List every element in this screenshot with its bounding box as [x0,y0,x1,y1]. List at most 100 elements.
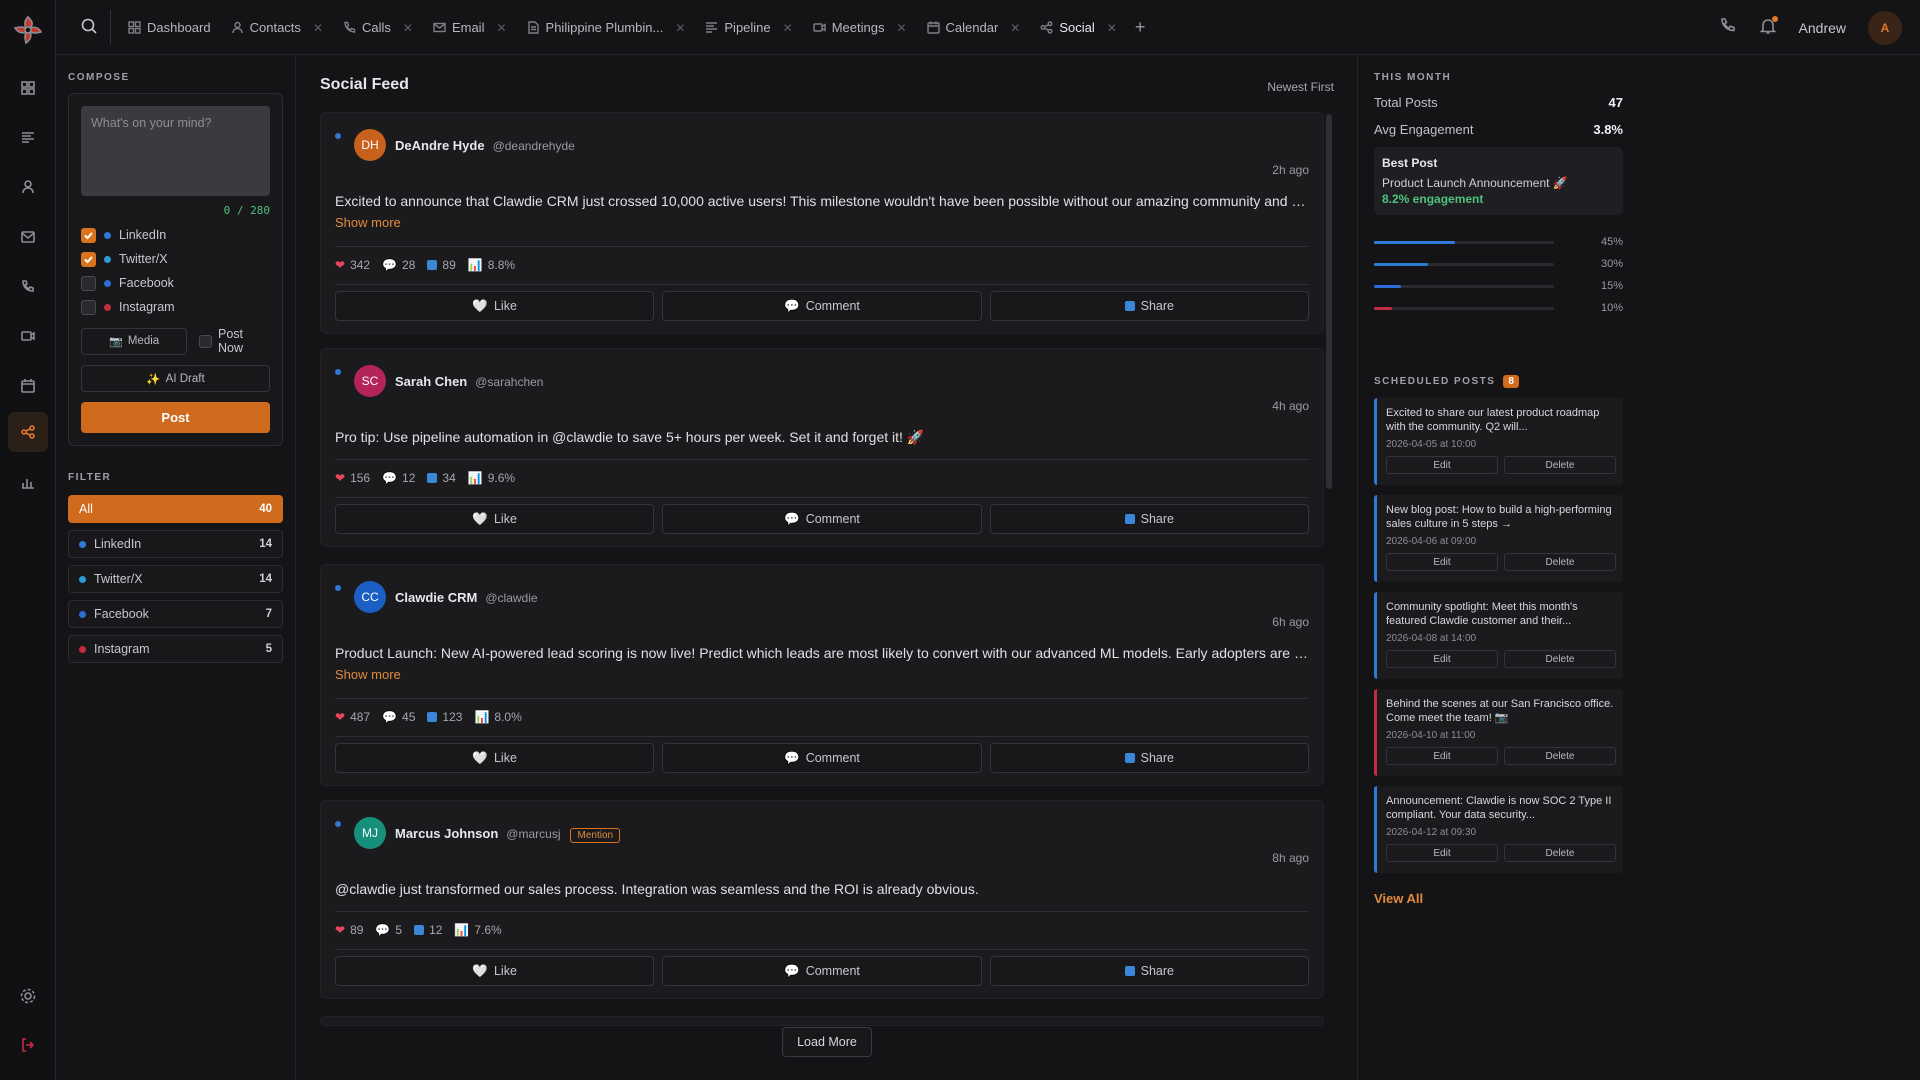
compose-textarea[interactable]: What's on your mind? [81,106,270,196]
edit-button[interactable]: Edit [1386,553,1498,571]
view-all-link[interactable]: View All [1374,891,1623,906]
edit-button[interactable]: Edit [1386,456,1498,474]
delete-button[interactable]: Delete [1504,553,1616,571]
author-avatar[interactable]: MJ [354,817,386,849]
scheduled-post[interactable]: Community spotlight: Meet this month's f… [1374,592,1623,679]
scheduled-date: 2026-04-10 at 11:00 [1386,730,1476,741]
filter-instagram[interactable]: Instagram 5 [68,635,283,663]
tab-meetings[interactable]: Meetings ✕ [803,0,917,55]
scheduled-post[interactable]: Announcement: Clawdie is now SOC 2 Type … [1374,786,1623,873]
author-name[interactable]: Marcus Johnson [395,826,498,841]
nav-reports-icon[interactable] [12,466,44,498]
sort-dropdown[interactable]: Newest First [1267,80,1334,94]
filter-all[interactable]: All 40 [68,495,283,523]
network-option-twitterx[interactable]: Twitter/X [81,251,270,267]
comment-button[interactable]: 💬 Comment [662,291,982,321]
media-button[interactable]: 📷 Media [81,327,188,355]
filter-linkedin[interactable]: LinkedIn 14 [68,530,283,558]
close-tab-icon[interactable]: ✕ [313,21,323,35]
post-now-checkbox[interactable] [199,334,212,348]
comment-label: Comment [805,299,860,313]
comment-button[interactable]: 💬 Comment [662,743,982,773]
author-avatar[interactable]: DH [354,129,386,161]
nav-calendar-icon[interactable] [12,370,44,402]
close-tab-icon[interactable]: ✕ [675,21,685,35]
edit-button[interactable]: Edit [1386,844,1498,862]
nav-contacts-icon[interactable] [12,171,44,203]
nav-social-icon[interactable] [8,412,48,452]
author-name[interactable]: Sarah Chen [395,374,467,389]
network-option-linkedin[interactable]: LinkedIn [81,227,270,243]
author-name[interactable]: DeAndre Hyde [395,138,485,153]
show-more-link[interactable]: Show more [335,667,401,682]
tab-calendar[interactable]: Calendar ✕ [917,0,1031,55]
post-button[interactable]: Post [81,402,270,433]
delete-button[interactable]: Delete [1504,456,1616,474]
nav-meetings-icon[interactable] [12,320,44,352]
load-more-button[interactable]: Load More [782,1027,872,1057]
filter-twitterx[interactable]: Twitter/X 14 [68,565,283,593]
close-tab-icon[interactable]: ✕ [1010,21,1020,35]
author-line: DeAndre Hyde @deandrehyde [395,138,575,153]
network-option-facebook[interactable]: Facebook [81,275,270,291]
show-more-link[interactable]: Show more [335,215,401,230]
like-button[interactable]: 🤍 Like [335,291,655,321]
ai-draft-button[interactable]: ✨ AI Draft [81,365,270,392]
tab-pipeline[interactable]: Pipeline ✕ [695,0,802,55]
tab-social[interactable]: Social ✕ [1030,0,1126,55]
user-avatar[interactable]: A [1868,10,1902,45]
settings-icon[interactable] [12,980,44,1012]
edit-button[interactable]: Edit [1386,650,1498,668]
author-name[interactable]: Clawdie CRM [395,590,477,605]
nav-email-icon[interactable] [12,221,44,253]
close-tab-icon[interactable]: ✕ [896,21,906,35]
delete-button[interactable]: Delete [1504,747,1616,765]
scheduled-post[interactable]: Excited to share our latest product road… [1374,398,1623,485]
edit-button[interactable]: Edit [1386,747,1498,765]
network-checkbox[interactable] [81,227,96,243]
phone-icon[interactable] [1719,17,1737,38]
add-tab-button[interactable]: + [1127,0,1154,55]
close-tab-icon[interactable]: ✕ [403,21,413,35]
tab-philippine-plumbin[interactable]: Philippine Plumbin... ✕ [517,0,696,55]
tab-email[interactable]: Email ✕ [423,0,517,55]
post-now-toggle[interactable]: Post Now [199,327,270,355]
logout-icon[interactable] [12,1029,44,1061]
close-tab-icon[interactable]: ✕ [1107,21,1117,35]
nav-dashboard-icon[interactable] [12,72,44,104]
close-tab-icon[interactable]: ✕ [496,21,506,35]
feed-scrollbar[interactable] [1326,114,1332,489]
network-option-instagram[interactable]: Instagram [81,299,270,315]
network-checkbox[interactable] [81,299,96,315]
tab-dashboard[interactable]: Dashboard [118,0,221,55]
notifications-icon[interactable] [1759,16,1778,38]
app-logo-icon[interactable] [12,14,44,46]
share-button[interactable]: Share [989,956,1309,986]
delete-button[interactable]: Delete [1504,844,1616,862]
share-button[interactable]: Share [989,291,1309,321]
network-checkbox[interactable] [81,275,96,291]
comment-button[interactable]: 💬 Comment [662,504,982,534]
delete-button[interactable]: Delete [1504,650,1616,668]
comment-button[interactable]: 💬 Comment [662,956,982,986]
filter-facebook[interactable]: Facebook 7 [68,600,283,628]
nav-calls-icon[interactable] [12,271,44,303]
like-button[interactable]: 🤍 Like [335,956,655,986]
like-button[interactable]: 🤍 Like [335,504,655,534]
close-tab-icon[interactable]: ✕ [783,21,793,35]
tab-calls[interactable]: Calls ✕ [333,0,423,55]
share-button[interactable]: Share [989,743,1309,773]
tab-contacts[interactable]: Contacts ✕ [221,0,333,55]
network-checkbox[interactable] [81,251,96,267]
author-avatar[interactable]: CC [354,581,386,613]
like-button[interactable]: 🤍 Like [335,743,655,773]
nav-pipeline-icon[interactable] [12,122,44,154]
comment-icon: 💬 [382,258,398,272]
search-icon[interactable] [80,17,100,37]
best-post-card[interactable]: Best Post Product Launch Announcement 🚀 … [1374,147,1623,215]
author-avatar[interactable]: SC [354,365,386,397]
scheduled-post[interactable]: New blog post: How to build a high-perfo… [1374,495,1623,582]
user-name[interactable]: Andrew [1799,20,1846,36]
scheduled-post[interactable]: Behind the scenes at our San Francisco o… [1374,689,1623,776]
share-button[interactable]: Share [989,504,1309,534]
